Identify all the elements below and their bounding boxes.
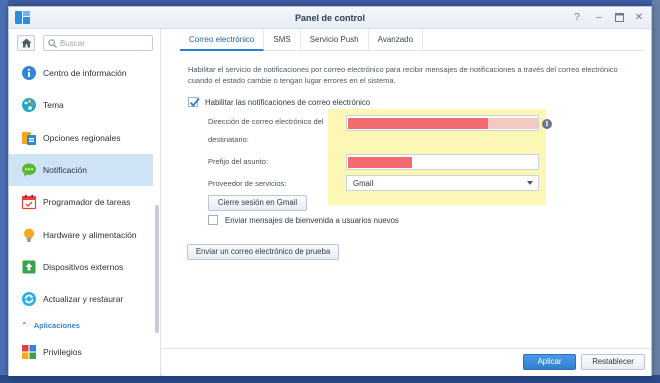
sidebar-section-label: Aplicaciones — [33, 320, 80, 330]
title-bar[interactable]: Panel de control ? – ✕ — [9, 7, 651, 29]
search-box[interactable] — [43, 35, 153, 51]
tab-bar: Correo electrónico SMS Servicio Push Ava… — [180, 29, 644, 51]
sidebar-item-info-center[interactable]: Centro de información — [9, 57, 153, 89]
search-icon — [48, 39, 57, 48]
sidebar-nav: Centro de información Tema Opciones regi… — [9, 57, 153, 368]
desktop-taskbar-edge — [0, 375, 660, 383]
help-icon[interactable]: ? — [571, 12, 583, 24]
sidebar-item-label: Opciones regionales — [43, 132, 121, 143]
tab-push-service[interactable]: Servicio Push — [301, 29, 369, 51]
welcome-message-row: Enviar mensajes de bienvenida a usuarios… — [208, 215, 399, 225]
reset-button[interactable]: Restablecer — [581, 354, 645, 370]
sidebar-item-hardware-power[interactable]: Hardware y alimentación — [9, 218, 153, 250]
sidebar-item-label: Dispositivos externos — [43, 261, 124, 272]
apply-button[interactable]: Aplicar — [523, 354, 576, 370]
search-input[interactable] — [60, 37, 150, 49]
control-panel-window: Panel de control ? – ✕ Centro — [8, 6, 652, 376]
sidebar-item-label: Privilegios — [43, 346, 82, 357]
enable-email-label: Habilitar las notificaciones de correo e… — [205, 97, 371, 107]
upload-device-icon — [21, 259, 37, 275]
tab-email[interactable]: Correo electrónico — [180, 29, 265, 51]
welcome-message-label: Enviar mensajes de bienvenida a usuarios… — [225, 215, 399, 225]
service-provider-value: Gmail — [353, 179, 374, 188]
sidebar-item-regional-options[interactable]: Opciones regionales — [9, 122, 153, 154]
palette-icon — [21, 97, 37, 113]
sidebar-section-applications[interactable]: ⌃ Aplicaciones — [9, 315, 153, 335]
sidebar-scrollbar[interactable] — [155, 205, 159, 333]
redacted-email-value-tail — [488, 118, 538, 129]
service-provider-select[interactable]: Gmail — [346, 175, 539, 191]
welcome-message-checkbox[interactable] — [208, 215, 218, 225]
email-description: Habilitar el servicio de notificaciones … — [188, 65, 618, 85]
redacted-email-value — [348, 118, 488, 129]
main-panel: Correo electrónico SMS Servicio Push Ava… — [162, 29, 651, 376]
info-icon[interactable]: i — [542, 119, 552, 129]
minimize-icon[interactable]: – — [593, 12, 605, 24]
refresh-icon — [21, 291, 37, 307]
sidebar-item-update-restore[interactable]: Actualizar y restaurar — [9, 283, 153, 315]
chevron-down-icon — [527, 181, 533, 185]
sidebar-item-label: Centro de información — [43, 68, 127, 79]
gmail-signout-button[interactable]: Cierre sesión en Gmail — [208, 195, 307, 211]
chat-bubble-icon — [21, 162, 37, 178]
chevron-up-icon: ⌃ — [21, 320, 28, 330]
regional-options-icon — [21, 130, 37, 146]
sidebar-item-label: Actualizar y restaurar — [43, 294, 124, 305]
send-test-email-button[interactable]: Enviar un correo electrónico de prueba — [187, 244, 339, 260]
recipient-email-field[interactable] — [346, 115, 539, 131]
sidebar-item-theme[interactable]: Tema — [9, 89, 153, 121]
sidebar-item-privileges[interactable]: Privilegios — [9, 335, 153, 367]
recipient-label: Dirección de correo electrónico del — [208, 117, 324, 126]
sidebar-item-label: Notificación — [43, 165, 87, 176]
maximize-icon[interactable] — [613, 12, 625, 26]
sidebar-item-external-devices[interactable]: Dispositivos externos — [9, 251, 153, 283]
redacted-subject-value — [348, 157, 412, 168]
close-icon[interactable]: ✕ — [633, 12, 645, 24]
lightbulb-icon — [21, 227, 37, 243]
window-title: Panel de control — [294, 13, 365, 23]
desktop-background-right — [652, 0, 660, 383]
sidebar-item-notification[interactable]: Notificación — [9, 153, 153, 187]
subject-prefix-label: Prefijo del asunto: — [208, 157, 269, 166]
sidebar-item-label: Programador de tareas — [43, 197, 131, 208]
footer-bar: Aplicar Restablecer — [162, 348, 651, 376]
enable-email-checkbox[interactable] — [188, 97, 200, 107]
sidebar-item-label: Tema — [43, 100, 64, 111]
subject-prefix-field[interactable] — [346, 154, 539, 170]
sidebar: Centro de información Tema Opciones regi… — [9, 29, 161, 376]
recipient-label-continued: destinatario: — [208, 135, 249, 144]
checkmark-icon — [189, 97, 200, 107]
calendar-icon — [21, 194, 37, 210]
desktop-background-left — [0, 0, 8, 383]
sidebar-item-task-scheduler[interactable]: Programador de tareas — [9, 186, 153, 218]
enable-email-row: Habilitar las notificaciones de correo e… — [188, 97, 370, 107]
info-icon — [21, 65, 37, 81]
tab-sms[interactable]: SMS — [264, 29, 301, 51]
home-button[interactable] — [17, 35, 35, 51]
service-provider-label: Proveedor de servicios: — [208, 179, 287, 188]
sidebar-item-label: Hardware y alimentación — [43, 229, 137, 240]
tab-advanced[interactable]: Avanzado — [369, 29, 424, 51]
home-icon — [21, 38, 32, 48]
privileges-grid-icon — [21, 344, 37, 360]
